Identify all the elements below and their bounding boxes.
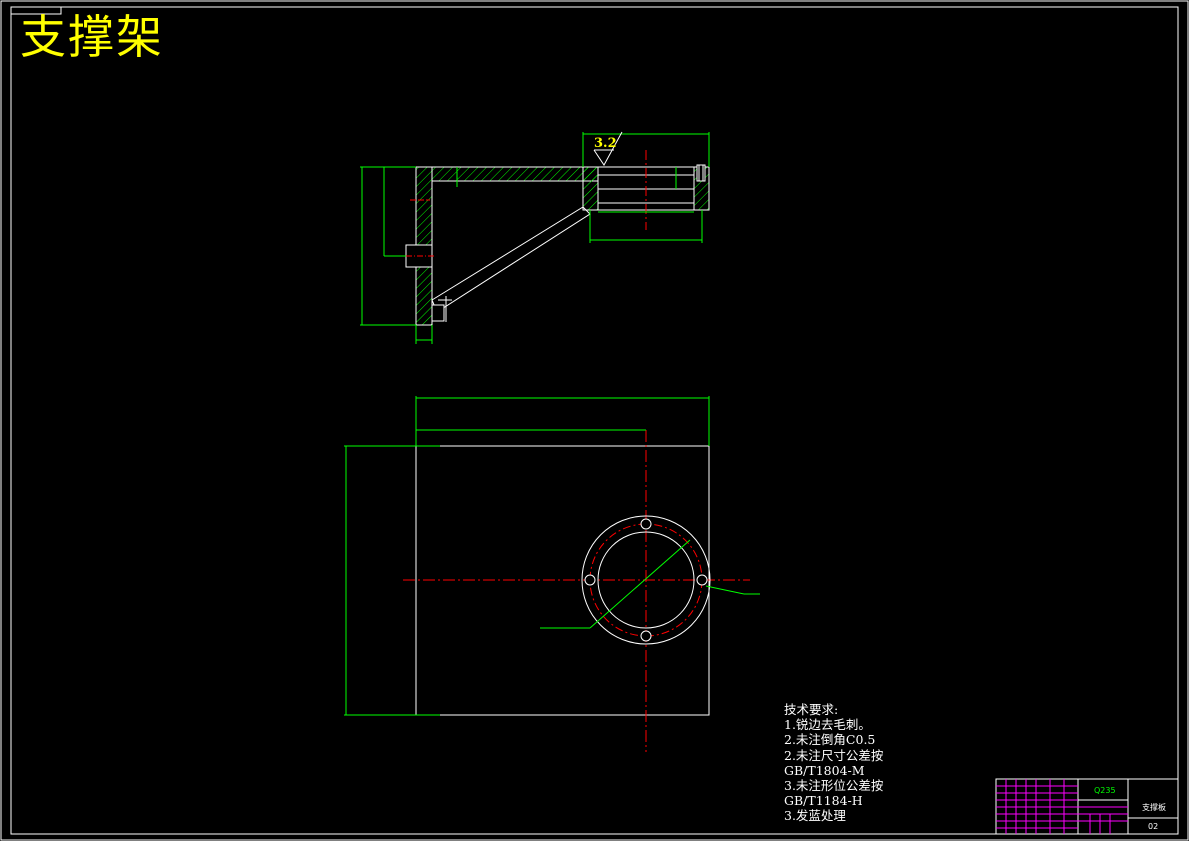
note-line: GB/T1804-M [784, 762, 865, 778]
bolt-hole-right [696, 574, 708, 586]
technical-requirements: 技术要求: 1.锐边去毛刺。 2.未注倒角C0.5 2.未注尺寸公差按 GB/T… [784, 702, 883, 824]
roughness-value: 3.2 [594, 136, 617, 151]
front-view [405, 150, 710, 326]
note-line: GB/T1184-H [784, 793, 863, 809]
front-view-dimensions [360, 131, 710, 344]
bolt-hole-left [584, 574, 596, 586]
part-name-label: 支撑板 [1142, 803, 1166, 812]
sheet-frame [0, 0, 1189, 841]
note-line: 2.未注倒角C0.5 [784, 732, 876, 748]
drawing-title: 支撑架 [20, 10, 164, 64]
engineering-drawing: 3.2 [0, 0, 1189, 841]
top-view [403, 430, 750, 752]
note-line: 1.锐边去毛刺。 [784, 717, 871, 733]
diagonal-strut [431, 206, 591, 313]
note-line: 3.未注形位公差按 [784, 778, 884, 794]
bolt-hole-top [640, 518, 652, 530]
material-label: Q235 [1094, 786, 1116, 795]
note-line: 3.发蓝处理 [784, 808, 846, 824]
top-view-dimensions [344, 396, 760, 716]
notes-heading: 技术要求: [784, 702, 839, 717]
drawing-number-label: 02 [1148, 822, 1159, 831]
note-line: 2.未注尺寸公差按 [784, 747, 884, 763]
bolt-hole-bottom [640, 630, 652, 642]
